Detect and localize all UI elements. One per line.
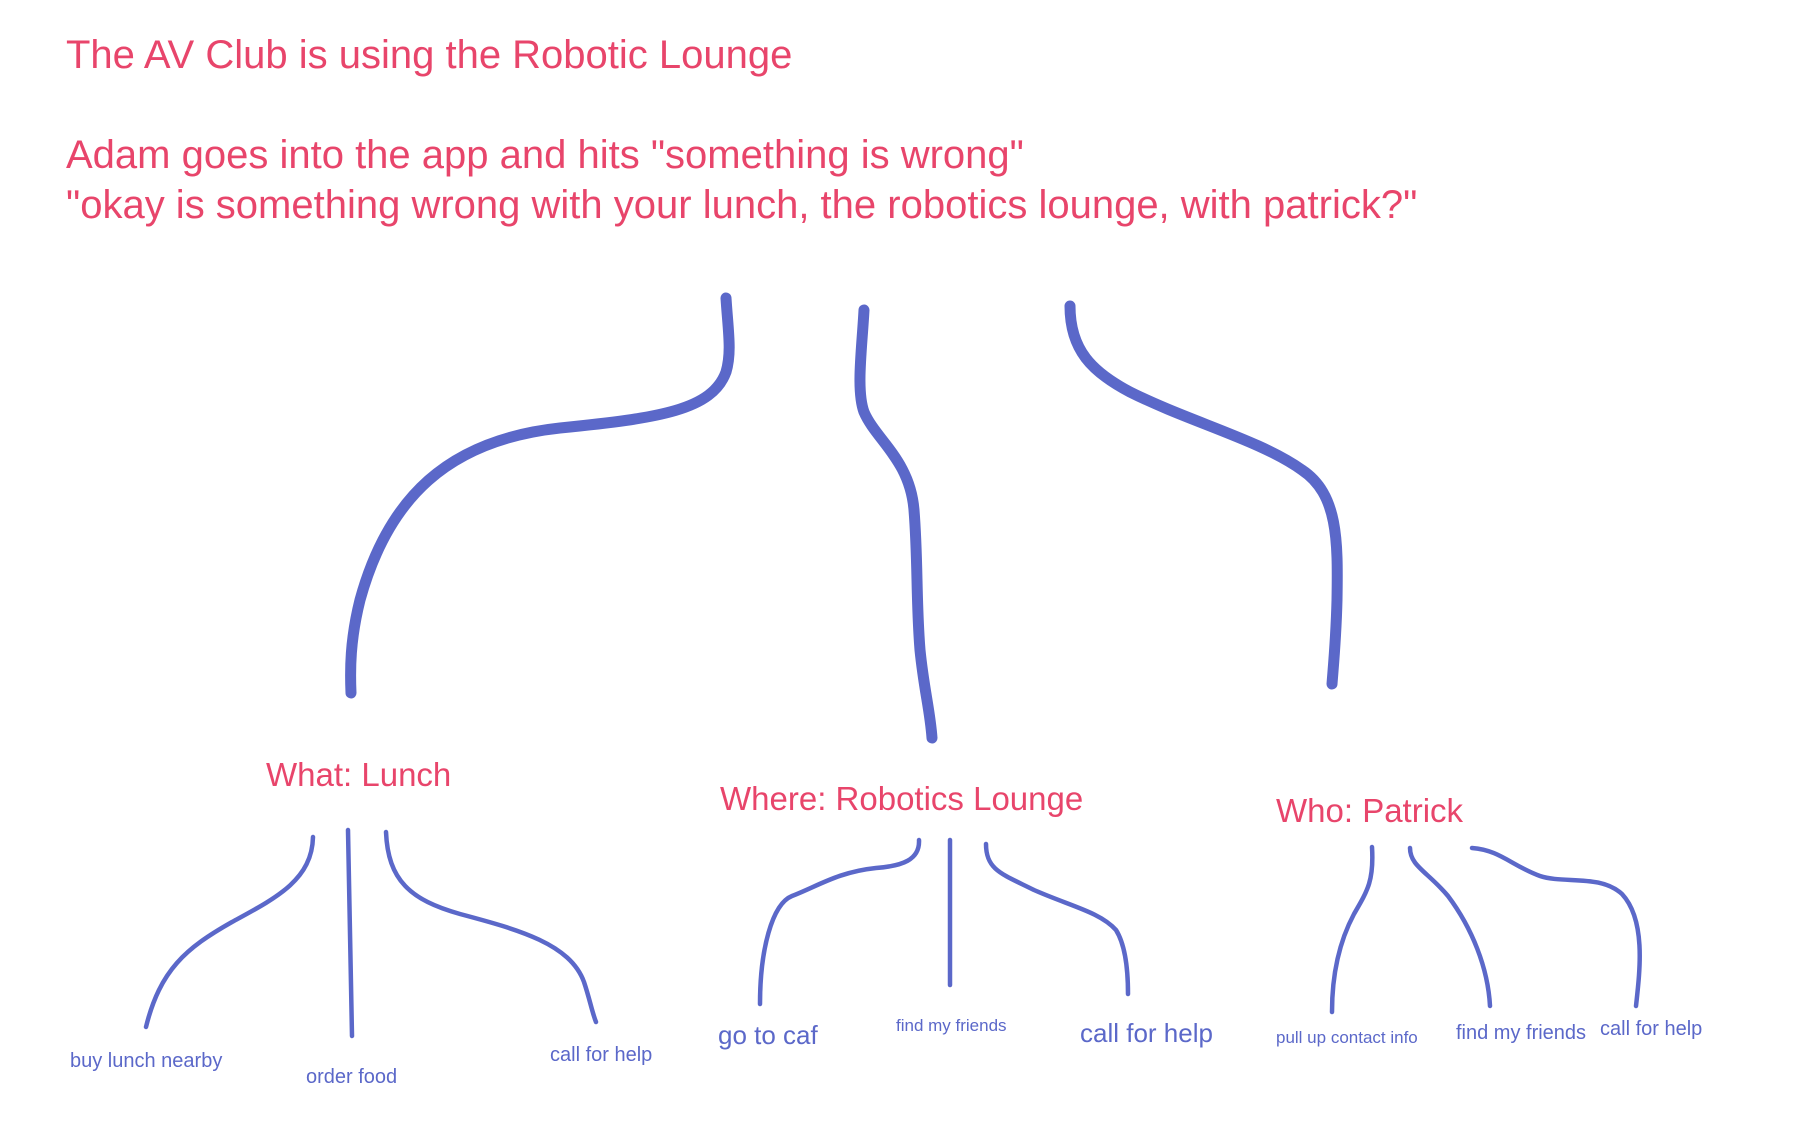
branch-who-contact-info: [1329, 844, 1375, 1015]
branch-what-buy-lunch: [143, 834, 316, 1030]
branch-what-order-food: [345, 827, 355, 1039]
option-call-for-help-who: call for help: [1600, 1018, 1703, 1040]
trunk-what: [345, 292, 735, 699]
option-pull-up-contact-info: pull up contact info: [1276, 1028, 1418, 1047]
trunk-who: [1064, 300, 1343, 690]
option-order-food: order food: [306, 1066, 398, 1088]
option-find-my-friends-who: find my friends: [1456, 1022, 1587, 1044]
branch-where-call-help: [983, 841, 1131, 997]
option-go-to-caf: go to caf: [718, 1020, 818, 1050]
trunk-where: [854, 304, 938, 744]
branch-where-go-to-caf: [757, 837, 922, 1007]
option-call-for-help-what: call for help: [550, 1044, 653, 1066]
connector-strokes: [143, 292, 1642, 1039]
option-find-my-friends-where: find my friends: [896, 1016, 1007, 1035]
option-buy-lunch-nearby: buy lunch nearby: [70, 1050, 223, 1072]
node-label-who: Who: Patrick: [1276, 792, 1464, 829]
node-label-what: What: Lunch: [266, 756, 452, 793]
branch-who-call-help: [1469, 845, 1642, 1009]
branch-who-find-friends: [1407, 845, 1493, 1009]
node-label-where: Where: Robotics Lounge: [720, 780, 1084, 817]
branch-what-call-help: [383, 829, 599, 1025]
option-call-for-help-where: call for help: [1080, 1018, 1213, 1048]
